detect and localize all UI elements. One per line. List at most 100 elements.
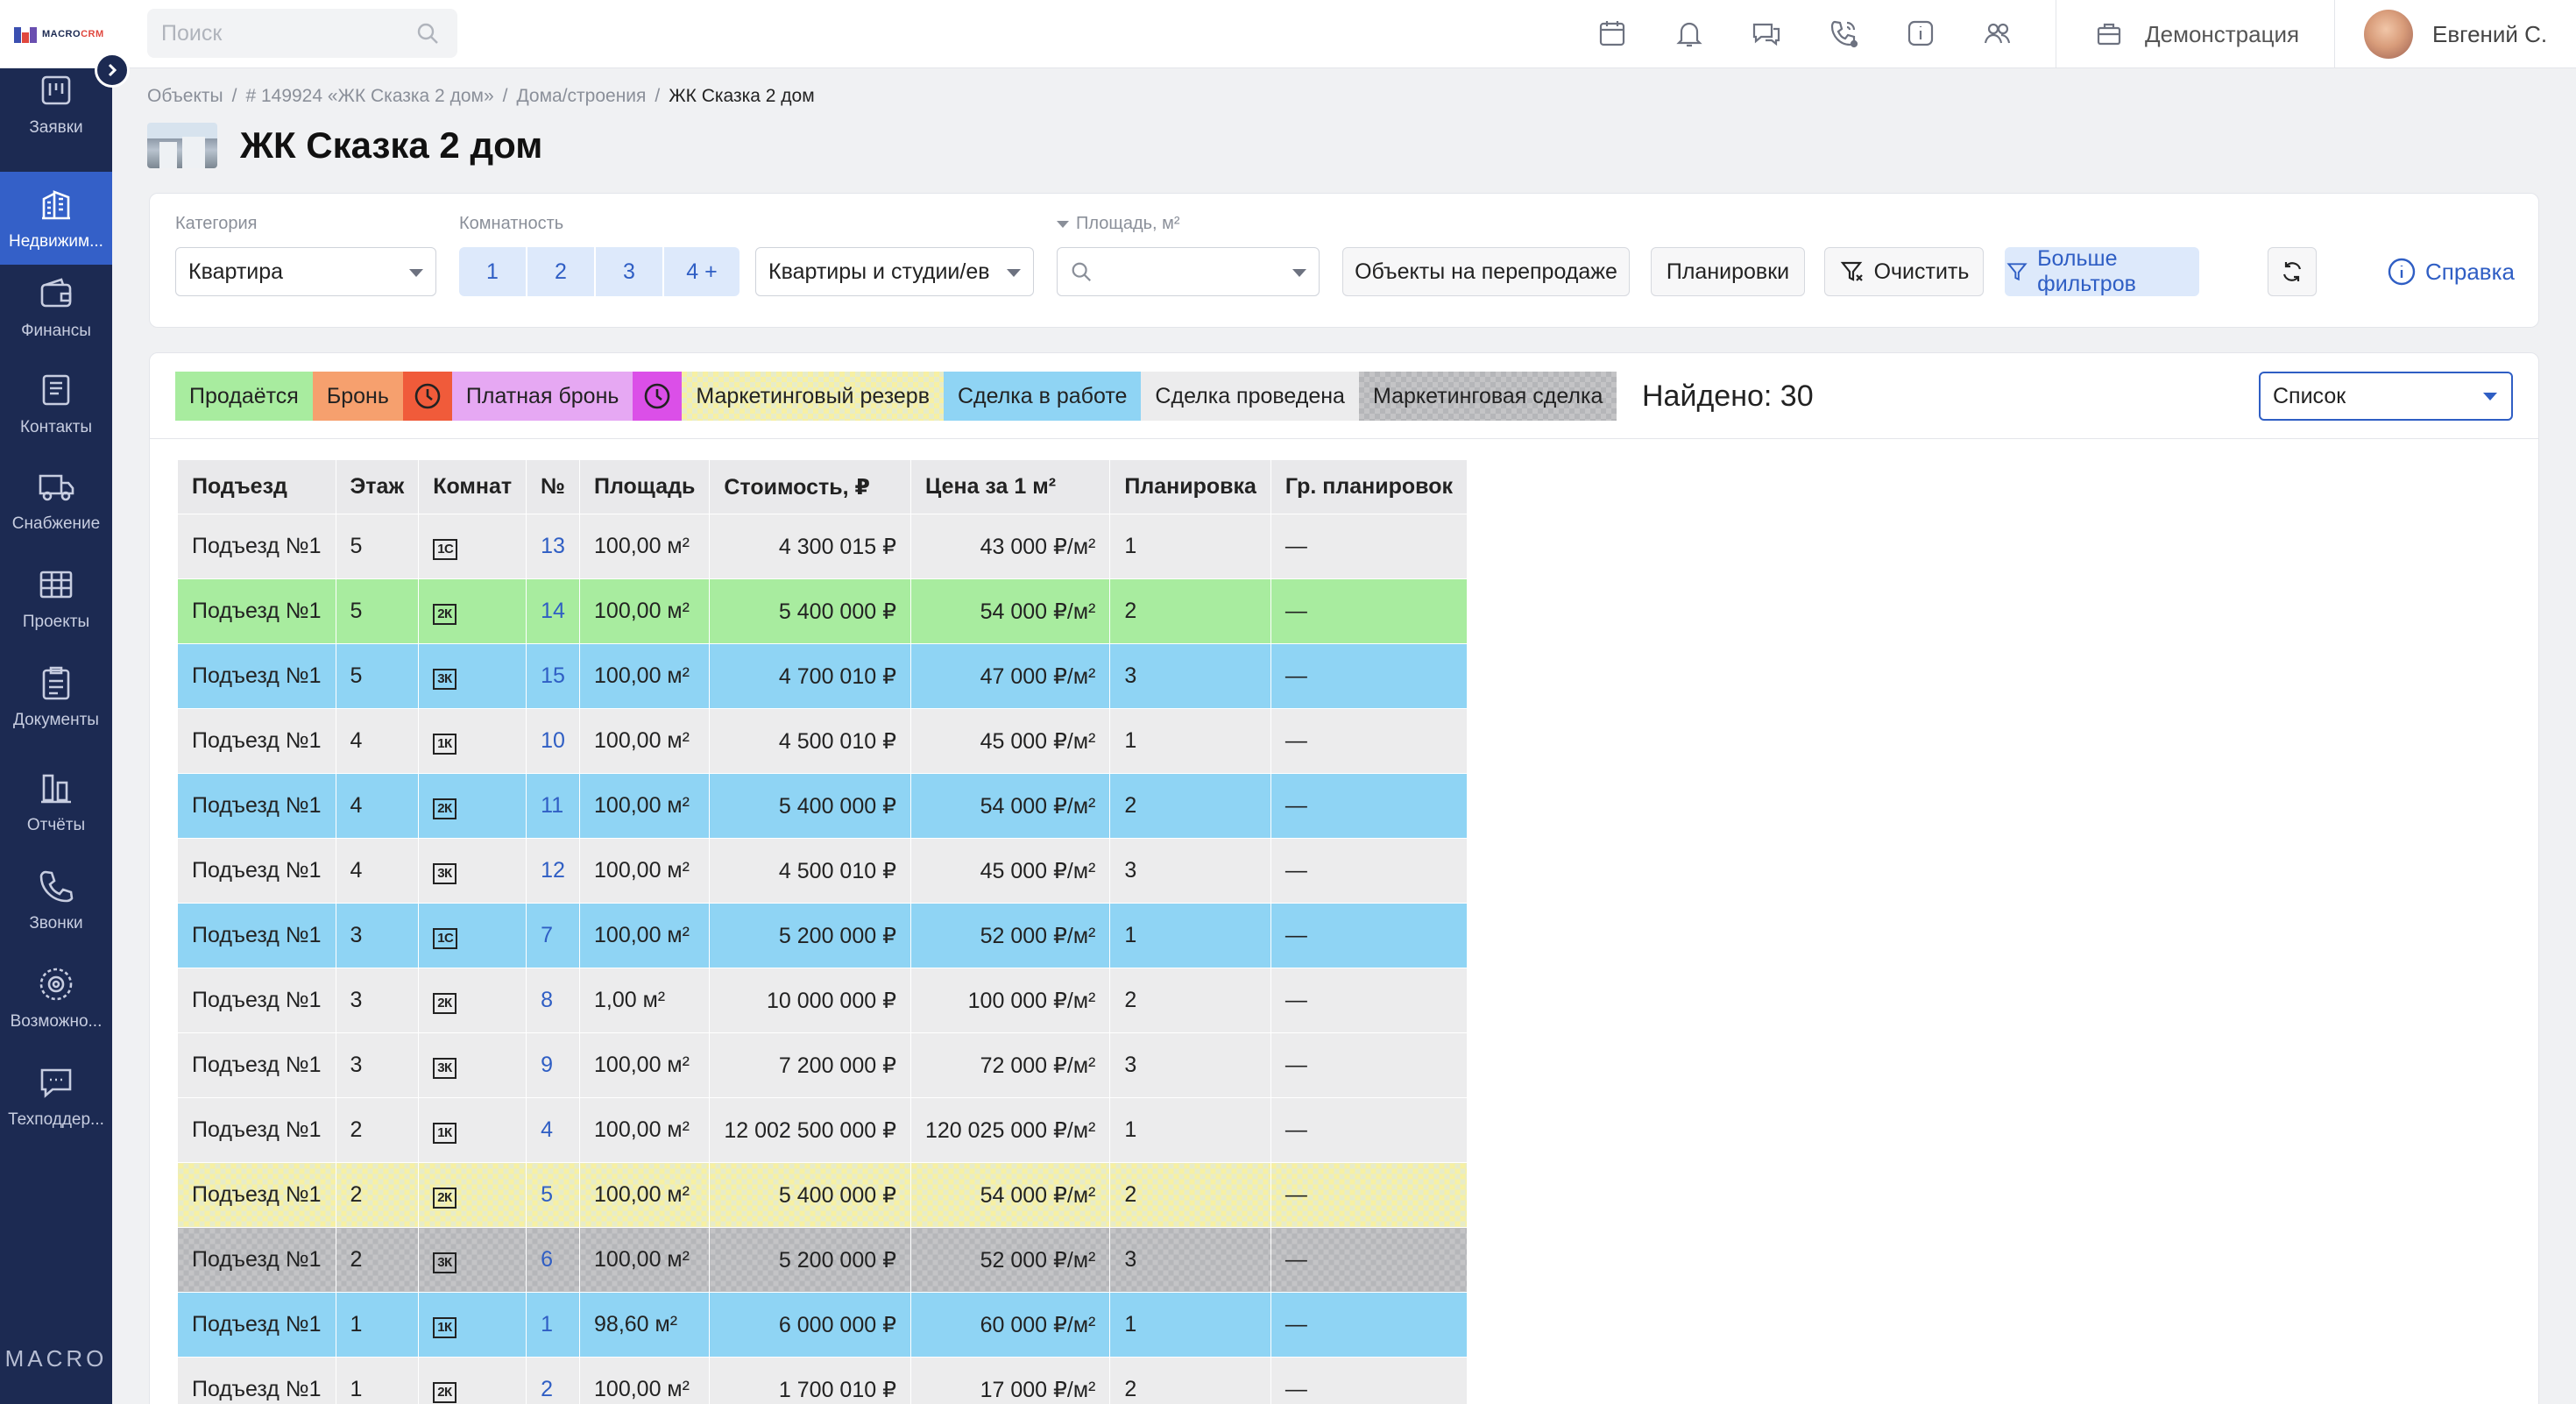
column-header[interactable]: Подъезд bbox=[177, 459, 336, 514]
column-header[interactable]: Гр. планировок bbox=[1270, 459, 1468, 514]
rooms-option-1[interactable]: 1 bbox=[459, 247, 527, 296]
info-icon[interactable] bbox=[1905, 18, 1936, 49]
rooms-option-4plus[interactable]: 4 + bbox=[664, 247, 740, 296]
cell-number[interactable]: 9 bbox=[526, 1032, 581, 1098]
sidebar-item-projects[interactable]: Проекты bbox=[0, 552, 112, 645]
sidebar-item-calls[interactable]: Звонки bbox=[0, 854, 112, 947]
cell-number[interactable]: 11 bbox=[526, 773, 581, 839]
demo-switch[interactable]: Демонстрация bbox=[2094, 0, 2299, 68]
table-row[interactable]: Подъезд №1 1 2К 2 100,00 м² 1 700 010 ₽17 000… bbox=[177, 1357, 1468, 1404]
cell-number[interactable]: 15 bbox=[526, 643, 581, 709]
column-header[interactable]: Стоимость, ₽ bbox=[709, 459, 911, 514]
cell-entrance: Подъезд №1 bbox=[177, 643, 336, 709]
table-row[interactable]: Подъезд №1 2 3К 6 100,00 м² 5 200 000 ₽52 000… bbox=[177, 1227, 1468, 1293]
global-search[interactable] bbox=[147, 9, 457, 58]
rooms-option-3[interactable]: 3 bbox=[596, 247, 664, 296]
cell-number[interactable]: 10 bbox=[526, 708, 581, 774]
more-filters-button[interactable]: Больше фильтров bbox=[2005, 246, 2199, 296]
area-label-row[interactable]: Площадь, м² bbox=[1057, 214, 1180, 234]
cell-number[interactable]: 2 bbox=[526, 1357, 581, 1404]
legend-booking-timer[interactable] bbox=[402, 372, 452, 421]
top-bar: Демонстрация Евгений С. bbox=[112, 0, 2576, 68]
sidebar-item-finance[interactable]: Финансы bbox=[0, 261, 112, 354]
cell-number[interactable]: 4 bbox=[526, 1097, 581, 1163]
cell-rooms: 1С bbox=[418, 903, 527, 968]
cell-number[interactable]: 1 bbox=[526, 1292, 581, 1358]
area-select[interactable] bbox=[1057, 247, 1320, 296]
bell-icon[interactable] bbox=[1674, 18, 1705, 49]
user-menu[interactable]: Евгений С. bbox=[2364, 0, 2547, 68]
table-row[interactable]: Подъезд №1 5 3К 15 100,00 м² 4 700 010 ₽47 00… bbox=[177, 643, 1468, 709]
resale-objects-button[interactable]: Объекты на перепродаже bbox=[1342, 247, 1630, 296]
table-row[interactable]: Подъезд №1 4 3К 12 100,00 м² 4 500 010 ₽45 00… bbox=[177, 838, 1468, 904]
breadcrumb-item[interactable]: Объекты bbox=[147, 86, 223, 107]
legend-marketing-deal[interactable]: Маркетинговая сделка bbox=[1359, 372, 1617, 421]
table-row[interactable]: Подъезд №1 4 1К 10 100,00 м² 4 500 010 ₽45 00… bbox=[177, 708, 1468, 774]
cell-area: 100,00 м² bbox=[579, 578, 711, 644]
table-row[interactable]: Подъезд №1 2 1К 4 100,00 м² 12 002 500 000 ₽1… bbox=[177, 1097, 1468, 1163]
rooms-option-2[interactable]: 2 bbox=[527, 247, 596, 296]
column-header[interactable]: Комнат bbox=[418, 459, 527, 514]
search-input[interactable] bbox=[147, 9, 401, 58]
column-header[interactable]: Планировка bbox=[1109, 459, 1271, 514]
table-row[interactable]: Подъезд №1 3 1С 7 100,00 м² 5 200 000 ₽52 000… bbox=[177, 903, 1468, 968]
table-row[interactable]: Подъезд №1 2 2К 5 100,00 м² 5 400 000 ₽54 000… bbox=[177, 1162, 1468, 1228]
sidebar-item-support[interactable]: Техподдер... bbox=[0, 1050, 112, 1143]
legend-marketing-reserve[interactable]: Маркетинговый резерв bbox=[682, 372, 944, 421]
cell-number[interactable]: 8 bbox=[526, 968, 581, 1033]
table-row[interactable]: Подъезд №1 3 2К 8 1,00 м² 10 000 000 ₽100 000… bbox=[177, 968, 1468, 1033]
category-value: Квартира bbox=[188, 259, 284, 284]
property-type-select[interactable]: Квартиры и студии/ев bbox=[755, 247, 1034, 296]
view-mode-select[interactable]: Список bbox=[2259, 372, 2513, 421]
cell-area: 100,00 м² bbox=[579, 903, 711, 968]
sidebar: MACROCRM Заявки Недвижим... Финансы Конт… bbox=[0, 0, 112, 1404]
sidebar-item-realty[interactable]: Недвижим... bbox=[0, 172, 112, 265]
sidebar-item-documents[interactable]: Документы bbox=[0, 650, 112, 743]
legend-paid-booking-timer[interactable] bbox=[633, 372, 683, 421]
breadcrumb-separator: / bbox=[502, 86, 508, 106]
table-row[interactable]: Подъезд №1 4 2К 11 100,00 м² 5 400 000 ₽54 00… bbox=[177, 773, 1468, 839]
table-row[interactable]: Подъезд №1 5 1С 13 100,00 м² 4 300 015 ₽43 00… bbox=[177, 514, 1468, 579]
legend-paid-booking[interactable]: Платная бронь bbox=[451, 372, 633, 421]
layouts-button[interactable]: Планировки bbox=[1651, 247, 1805, 296]
legend-deal-in-progress[interactable]: Сделка в работе bbox=[944, 372, 1142, 421]
column-header[interactable]: Этаж bbox=[335, 459, 420, 514]
column-header[interactable]: № bbox=[526, 459, 581, 514]
sidebar-item-features[interactable]: Возможно... bbox=[0, 952, 112, 1045]
column-header[interactable]: Площадь bbox=[579, 459, 711, 514]
cell-layout: 1 bbox=[1109, 1292, 1271, 1358]
building-thumbnail[interactable] bbox=[147, 123, 217, 168]
legend-booking[interactable]: Бронь bbox=[312, 372, 403, 421]
messages-icon[interactable] bbox=[1751, 18, 1782, 49]
table-row[interactable]: Подъезд №1 1 1К 1 98,60 м² 6 000 000 ₽60 000 … bbox=[177, 1292, 1468, 1358]
sidebar-item-contacts[interactable]: Контакты bbox=[0, 358, 112, 450]
sidebar-item-label: Снабжение bbox=[11, 514, 101, 533]
cell-number[interactable]: 7 bbox=[526, 903, 581, 968]
refresh-button[interactable] bbox=[2268, 247, 2317, 296]
cell-number[interactable]: 6 bbox=[526, 1227, 581, 1293]
users-icon[interactable] bbox=[1982, 18, 2013, 49]
cell-area: 100,00 м² bbox=[579, 708, 711, 774]
breadcrumb-item[interactable]: # 149924 «ЖК Сказка 2 дом» bbox=[245, 86, 493, 107]
sidebar-item-reports[interactable]: Отчёты bbox=[0, 755, 112, 848]
breadcrumb-item[interactable]: Дома/строения bbox=[516, 86, 646, 107]
calendar-icon[interactable] bbox=[1596, 18, 1628, 49]
cell-number[interactable]: 13 bbox=[526, 514, 581, 579]
phone-icon[interactable] bbox=[1828, 18, 1859, 49]
table-row[interactable]: Подъезд №1 3 3К 9 100,00 м² 7 200 000 ₽72 000… bbox=[177, 1032, 1468, 1098]
legend-for-sale[interactable]: Продаётся bbox=[175, 372, 313, 421]
legend-deal-completed[interactable]: Сделка проведена bbox=[1141, 372, 1359, 421]
phone-icon bbox=[39, 870, 74, 903]
cell-layout-group: — bbox=[1270, 1032, 1468, 1098]
table-row[interactable]: Подъезд №1 5 2К 14 100,00 м² 5 400 000 ₽54 00… bbox=[177, 578, 1468, 644]
sidebar-item-supply[interactable]: Снабжение bbox=[0, 454, 112, 547]
cell-layout-group: — bbox=[1270, 1162, 1468, 1228]
cell-number[interactable]: 12 bbox=[526, 838, 581, 904]
clear-filters-button[interactable]: Очистить bbox=[1824, 247, 1984, 296]
sidebar-collapse-button[interactable] bbox=[95, 53, 130, 88]
help-link[interactable]: Справка bbox=[2387, 247, 2515, 296]
cell-number[interactable]: 14 bbox=[526, 578, 581, 644]
category-select[interactable]: Квартира bbox=[175, 247, 436, 296]
cell-number[interactable]: 5 bbox=[526, 1162, 581, 1228]
column-header[interactable]: Цена за 1 м² bbox=[909, 459, 1111, 514]
